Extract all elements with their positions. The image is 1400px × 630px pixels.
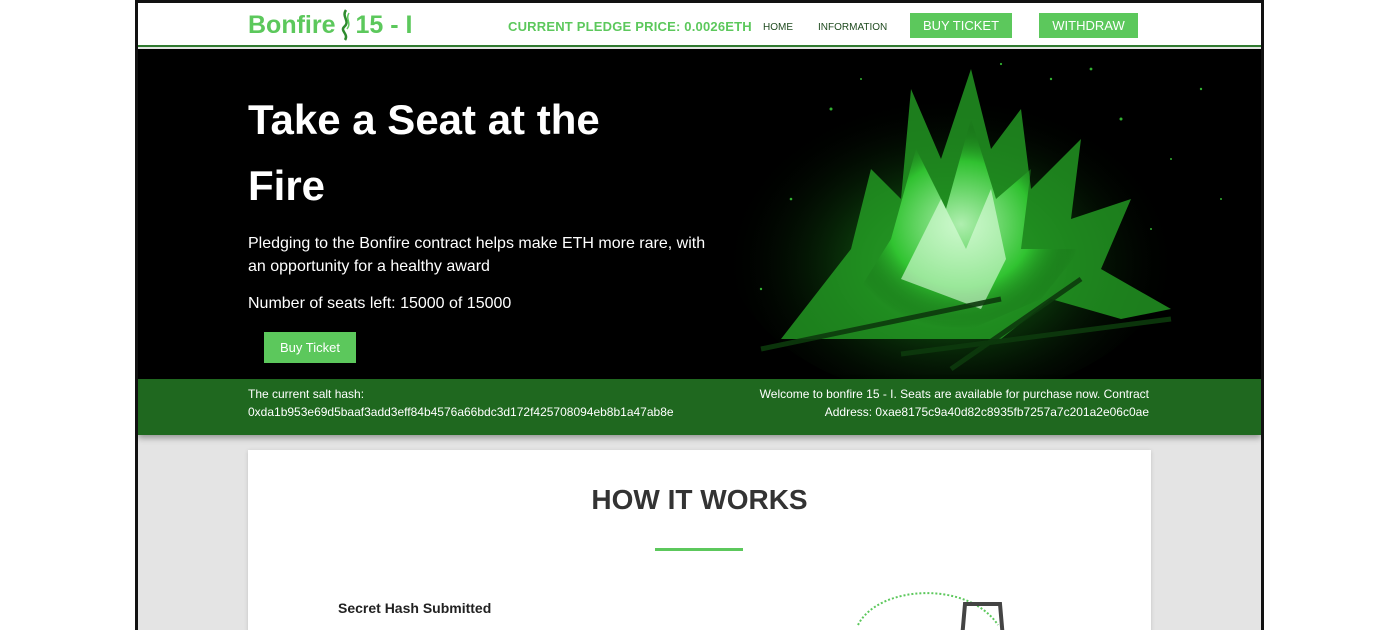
hero-title: Take a Seat at the Fire — [248, 96, 600, 209]
logo-text-left: Bonfire — [248, 10, 336, 39]
salt-hash-block: The current salt hash: 0xda1b953e69d5baa… — [248, 385, 674, 421]
logo-text-right: 15 - I — [355, 10, 413, 39]
pledge-price: CURRENT PLEDGE PRICE: 0.0026ETH — [508, 19, 752, 34]
site-logo[interactable]: Bonfire 15 - I — [248, 9, 412, 41]
nav-buy-ticket-button[interactable]: BUY TICKET — [910, 13, 1012, 38]
flame-icon — [341, 9, 350, 41]
contract-address: Address: 0xae8175c9a40d82c8935fb7257a7c2… — [824, 405, 1149, 419]
bonfire-image — [701, 49, 1261, 379]
welcome-line-1: Welcome to bonfire 15 - I. Seats are ava… — [759, 387, 1149, 401]
nav-information-link[interactable]: INFORMATION — [818, 22, 887, 33]
hero-description: Pledging to the Bonfire contract helps m… — [248, 235, 706, 275]
salt-hash-value: 0xda1b953e69d5baaf3add3eff84b4576a66bdc3… — [248, 405, 674, 419]
nav-home-link[interactable]: HOME — [763, 22, 793, 33]
browser-viewport: Bonfire 15 - I CURRENT PLEDGE PRICE: 0.0… — [135, 0, 1264, 630]
top-navbar: Bonfire 15 - I CURRENT PLEDGE PRICE: 0.0… — [138, 3, 1261, 47]
step-illustration — [857, 592, 1005, 630]
nav-withdraw-button[interactable]: WITHDRAW — [1039, 13, 1138, 38]
salt-hash-label: The current salt hash: — [248, 387, 365, 401]
welcome-message: Welcome to bonfire 15 - I. Seats are ava… — [729, 385, 1149, 421]
contract-info-bar: The current salt hash: 0xda1b953e69d5baa… — [138, 379, 1261, 435]
hero-buy-ticket-button[interactable]: Buy Ticket — [264, 332, 356, 363]
title-underline — [655, 548, 743, 551]
how-it-works-card: HOW IT WORKS Secret Hash Submitted — [248, 450, 1151, 630]
how-it-works-title: HOW IT WORKS — [591, 484, 808, 515]
seats-left: Number of seats left: 15000 of 15000 — [248, 295, 512, 312]
step-secret-hash-title: Secret Hash Submitted — [338, 600, 492, 616]
hero-section: Take a Seat at the Fire Pledging to the … — [138, 49, 1261, 379]
